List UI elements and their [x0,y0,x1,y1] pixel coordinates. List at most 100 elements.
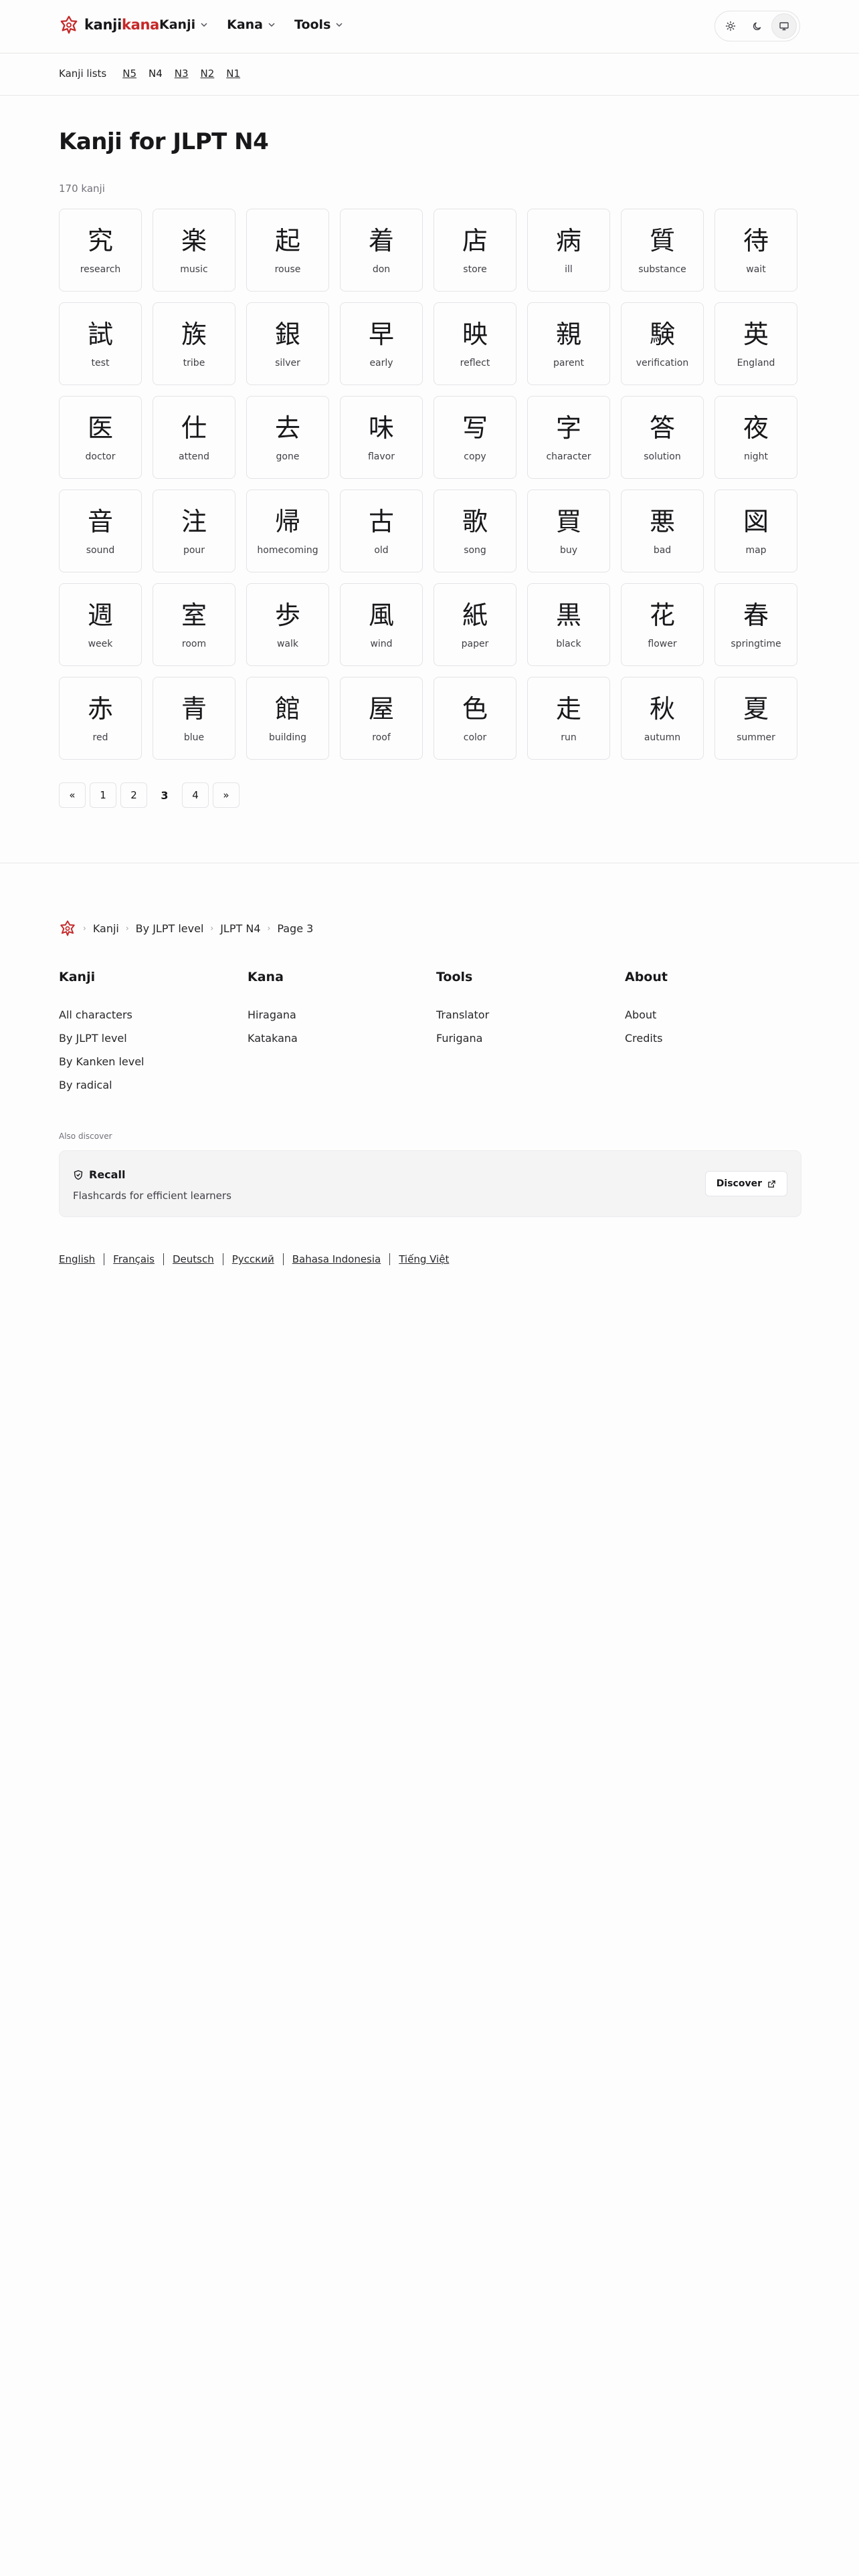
kanji-card[interactable]: 写 copy [434,396,516,479]
footer-link-by-radical[interactable]: By radical [59,1079,248,1091]
kanji-card[interactable]: 病 ill [527,209,610,292]
footer-link-by-jlpt-level[interactable]: By JLPT level [59,1032,248,1045]
kanji-character: 質 [649,226,675,255]
kanji-character: 古 [368,507,394,536]
footer-link-by-kanken-level[interactable]: By Kanken level [59,1055,248,1068]
theme-system-button[interactable] [771,13,797,39]
footer-link-all-characters[interactable]: All characters [59,1008,248,1021]
footer-link-furigana[interactable]: Furigana [436,1032,625,1045]
breadcrumb-kanji[interactable]: Kanji [93,922,119,935]
pagination-prev-button[interactable]: « [59,782,86,808]
pagination-page-1[interactable]: 1 [90,782,116,808]
language-link-french[interactable]: Français [113,1253,155,1265]
kanji-card[interactable]: 帰 homecoming [246,490,329,572]
kanji-card[interactable]: 夏 summer [714,677,797,760]
footer-link-hiragana[interactable]: Hiragana [248,1008,436,1021]
nav-kana-menu[interactable]: Kana [227,17,276,32]
language-link-vietnamese[interactable]: Tiếng Việt [399,1253,449,1265]
language-link-russian[interactable]: Русский [232,1253,274,1265]
kanji-card[interactable]: 早 early [340,302,423,385]
kanji-character: 銀 [274,320,300,349]
kanji-card[interactable]: 去 gone [246,396,329,479]
kanji-card[interactable]: 色 color [434,677,516,760]
level-link-n3[interactable]: N3 [175,68,189,80]
kanji-card[interactable]: 図 map [714,490,797,572]
logo-flower-icon [60,15,78,34]
site-logo[interactable]: kanjikana [59,15,159,35]
kanji-card[interactable]: 赤 red [59,677,142,760]
language-link-german[interactable]: Deutsch [173,1253,214,1265]
kanji-card[interactable]: 試 test [59,302,142,385]
footer-link-about[interactable]: About [625,1008,814,1021]
footer-link-credits[interactable]: Credits [625,1032,814,1045]
kanji-card[interactable]: 週 week [59,583,142,666]
kanji-card[interactable]: 注 pour [153,490,235,572]
kanji-card[interactable]: 歌 song [434,490,516,572]
kanji-card[interactable]: 秋 autumn [621,677,704,760]
kanji-card[interactable]: 親 parent [527,302,610,385]
kanji-card[interactable]: 風 wind [340,583,423,666]
pagination-next-button[interactable]: » [213,782,240,808]
pagination-page-4[interactable]: 4 [182,782,209,808]
kanji-card[interactable]: 字 character [527,396,610,479]
kanji-grid: 究 research 楽 music 起 rouse 着 don 店 store 病 ill 質 subs… [59,209,801,760]
kanji-card[interactable]: 音 sound [59,490,142,572]
kanji-card[interactable]: 起 rouse [246,209,329,292]
kanji-card[interactable]: 青 blue [153,677,235,760]
footer-link-katakana[interactable]: Katakana [248,1032,436,1045]
kanji-card[interactable]: 着 don [340,209,423,292]
breadcrumb-jlpt-n4[interactable]: JLPT N4 [220,922,260,935]
kanji-card[interactable]: 歩 walk [246,583,329,666]
nav-kanji-menu[interactable]: Kanji [159,17,208,32]
home-logo-icon[interactable] [59,920,76,937]
breadcrumb-by-jlpt-level[interactable]: By JLPT level [136,922,204,935]
level-link-n5[interactable]: N5 [122,68,136,80]
kanji-card[interactable]: 楽 music [153,209,235,292]
kanji-character: 早 [368,320,394,349]
kanji-card[interactable]: 質 substance [621,209,704,292]
kanji-card[interactable]: 走 run [527,677,610,760]
level-link-n1[interactable]: N1 [226,68,240,80]
kanji-card[interactable]: 験 verification [621,302,704,385]
kanji-card[interactable]: 銀 silver [246,302,329,385]
kanji-card[interactable]: 買 buy [527,490,610,572]
kanji-card[interactable]: 屋 roof [340,677,423,760]
kanji-card[interactable]: 館 building [246,677,329,760]
kanji-card[interactable]: 仕 attend [153,396,235,479]
language-link-english[interactable]: English [59,1253,95,1265]
kanji-card[interactable]: 古 old [340,490,423,572]
discover-button[interactable]: Discover [704,1171,787,1196]
footer-link-translator[interactable]: Translator [436,1008,625,1021]
kanji-character: 族 [181,320,207,349]
kanji-card[interactable]: 映 reflect [434,302,516,385]
kanji-meaning: paper [461,639,489,649]
kanji-card[interactable]: 店 store [434,209,516,292]
kanji-card[interactable]: 医 doctor [59,396,142,479]
kanji-card[interactable]: 味 flavor [340,396,423,479]
level-link-n2[interactable]: N2 [201,68,215,80]
kanji-card[interactable]: 答 solution [621,396,704,479]
kanji-meaning: roof [372,732,391,743]
pagination-page-2[interactable]: 2 [120,782,147,808]
kanji-card[interactable]: 究 research [59,209,142,292]
kanji-character: 字 [555,413,581,443]
kanji-card[interactable]: 英 England [714,302,797,385]
theme-dark-button[interactable] [745,13,770,39]
language-link-indonesian[interactable]: Bahasa Indonesia [292,1253,381,1265]
kanji-card[interactable]: 族 tribe [153,302,235,385]
kanji-character: 帰 [274,507,300,536]
kanji-card[interactable]: 待 wait [714,209,797,292]
footer-column-title: About [625,970,668,984]
kanji-card[interactable]: 春 springtime [714,583,797,666]
chevron-right-icon: › [210,924,214,933]
kanji-card[interactable]: 紙 paper [434,583,516,666]
kanji-card[interactable]: 夜 night [714,396,797,479]
kanji-card[interactable]: 花 flower [621,583,704,666]
kanji-meaning: flavor [367,451,395,462]
kanji-card[interactable]: 悪 bad [621,490,704,572]
kanji-card[interactable]: 室 room [153,583,235,666]
monitor-icon [779,22,789,31]
theme-light-button[interactable] [718,13,743,39]
nav-tools-menu[interactable]: Tools [294,17,343,32]
kanji-card[interactable]: 黒 black [527,583,610,666]
